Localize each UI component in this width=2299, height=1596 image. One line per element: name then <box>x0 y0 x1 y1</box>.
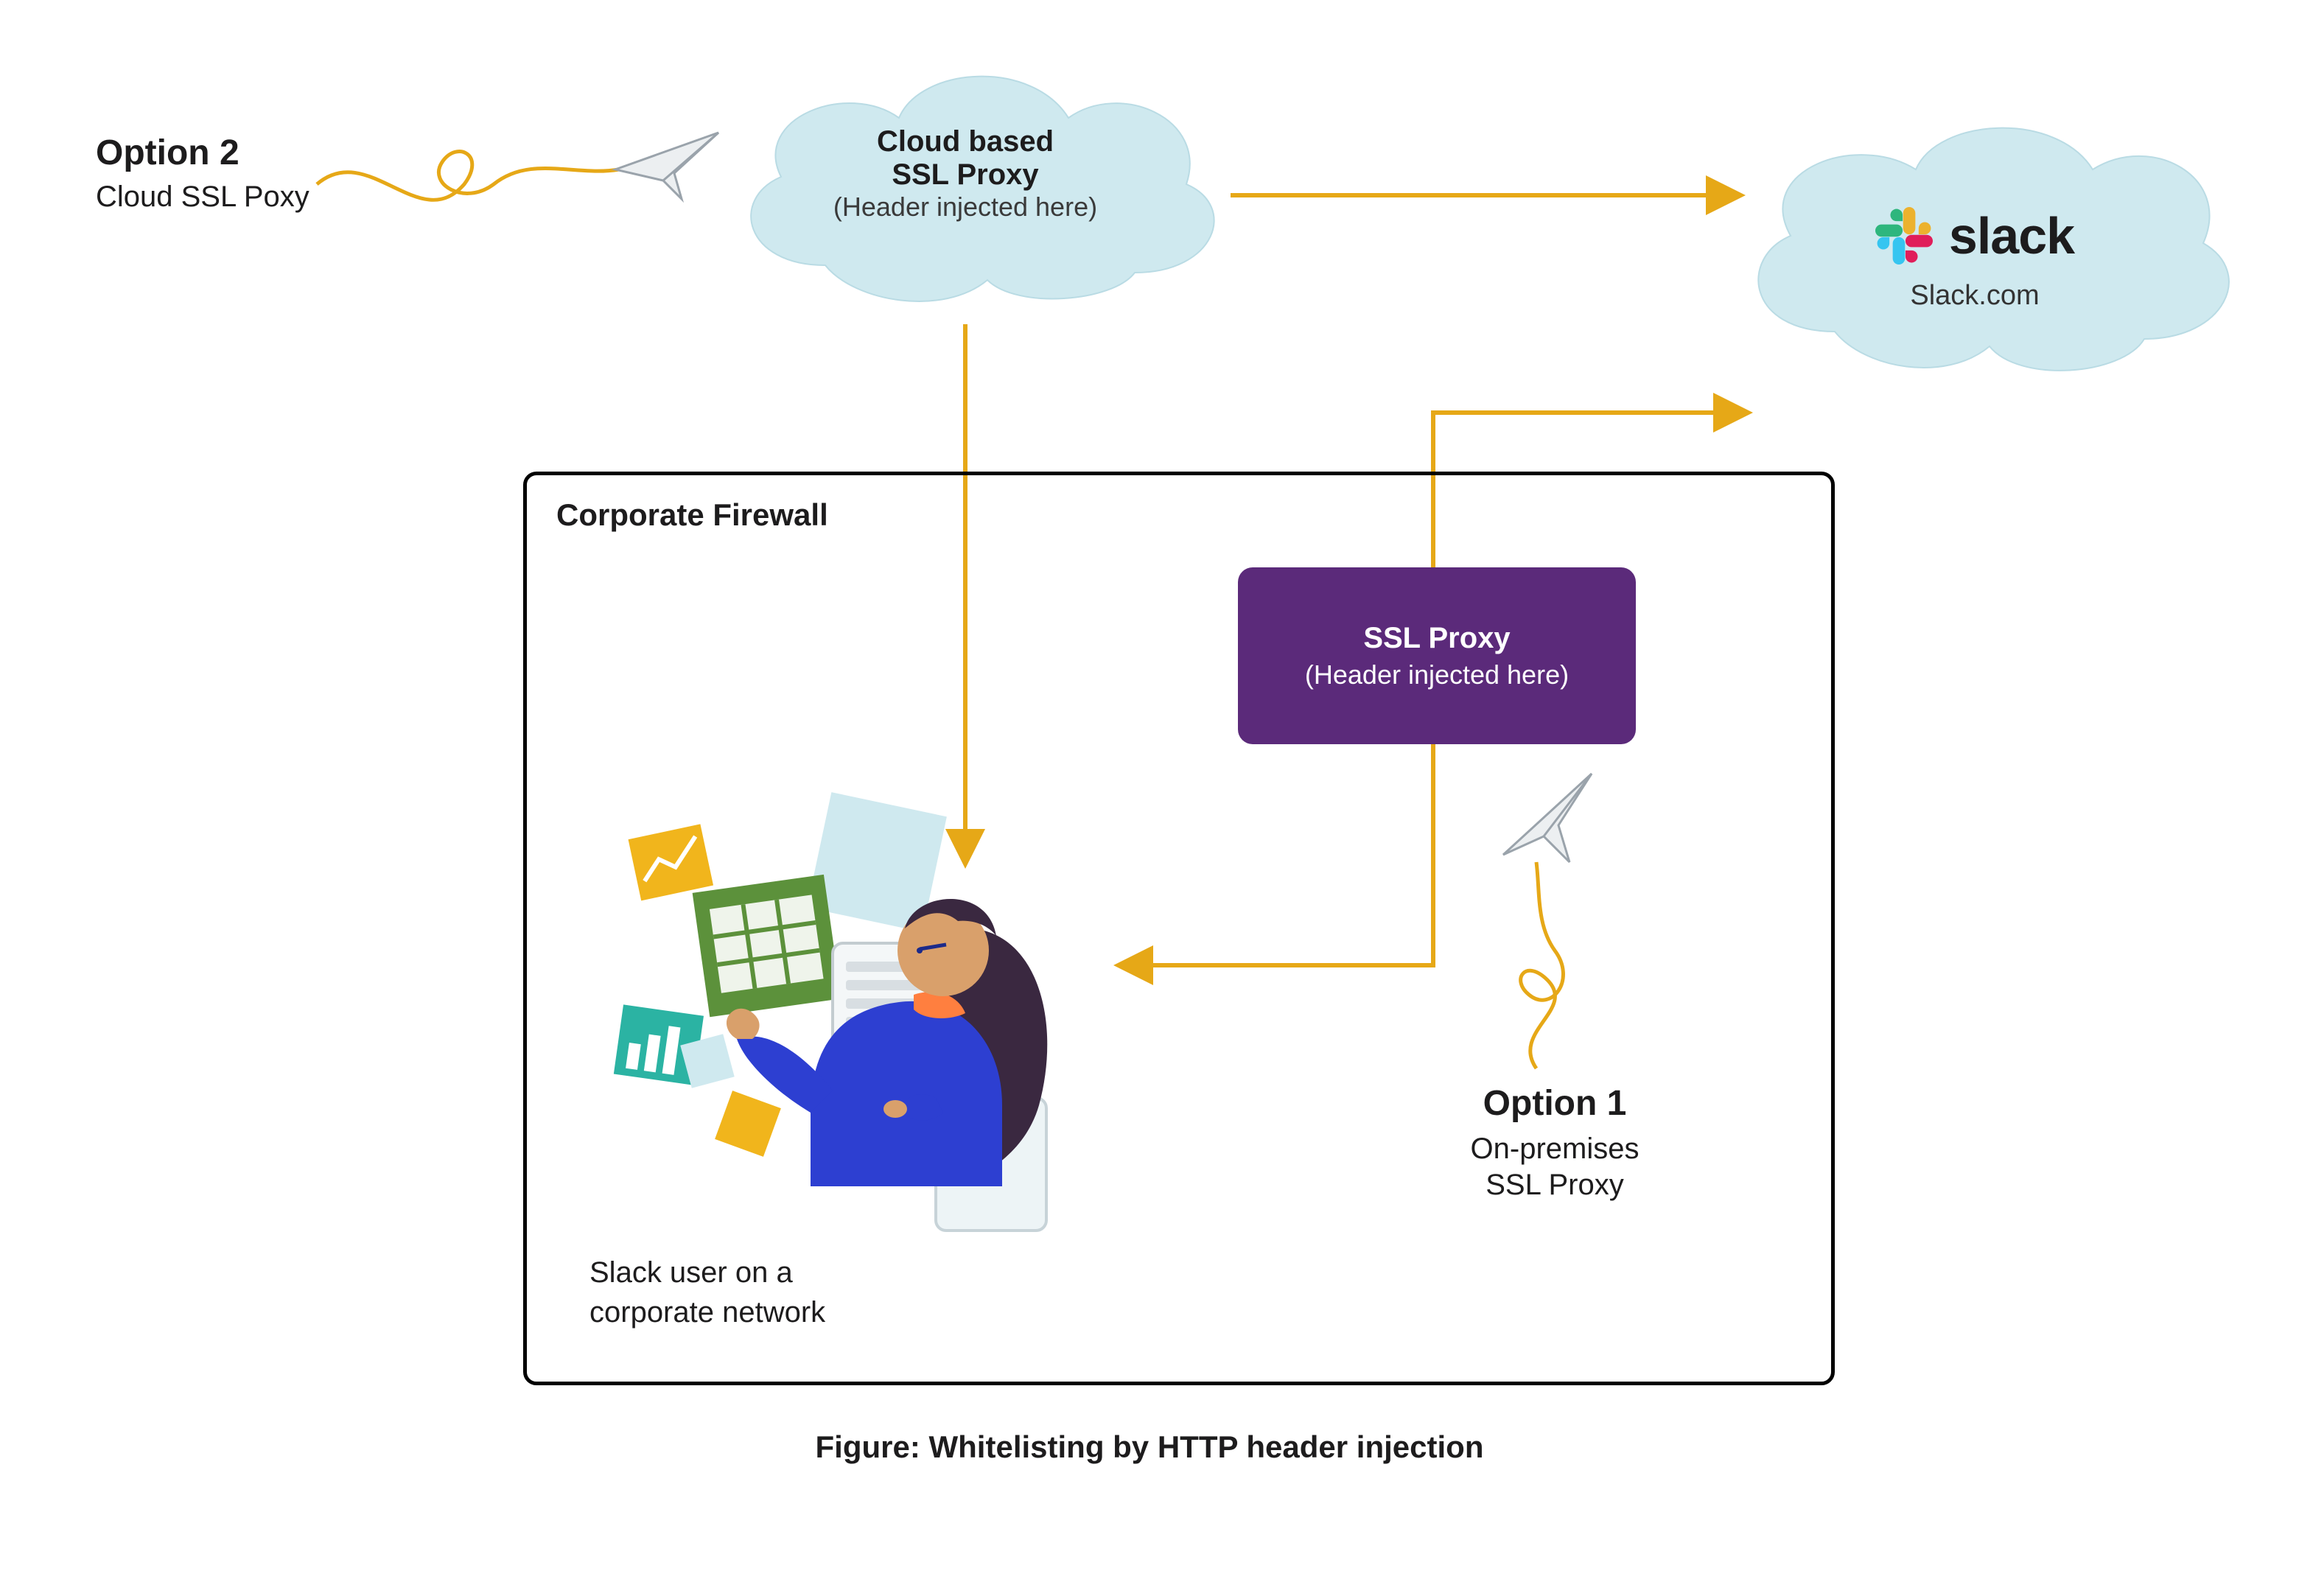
corporate-firewall-label: Corporate Firewall <box>556 497 828 533</box>
option1-title: Option 1 <box>1444 1083 1665 1124</box>
option1-sub-l1: On-premises <box>1444 1133 1665 1166</box>
option1-block: Option 1 On-premises SSL Proxy <box>1444 1083 1665 1202</box>
diagram-stage: Cloud based SSL Proxy (Header injected h… <box>0 0 2299 1596</box>
user-caption-l1: Slack user on a <box>589 1253 825 1292</box>
user-caption: Slack user on a corporate network <box>589 1253 825 1332</box>
ssl-proxy-box: SSL Proxy (Header injected here) <box>1238 567 1636 744</box>
option1-sub-l2: SSL Proxy <box>1444 1169 1665 1202</box>
squiggle-option1 <box>1466 855 1606 1076</box>
user-illustration <box>589 774 1135 1245</box>
figure-caption: Figure: Whitelisting by HTTP header inje… <box>0 1429 2299 1465</box>
user-caption-l2: corporate network <box>589 1292 825 1332</box>
ssl-proxy-sub: (Header injected here) <box>1305 659 1569 690</box>
ssl-proxy-title: SSL Proxy <box>1363 622 1510 655</box>
paper-plane-icon-2 <box>1488 766 1606 869</box>
